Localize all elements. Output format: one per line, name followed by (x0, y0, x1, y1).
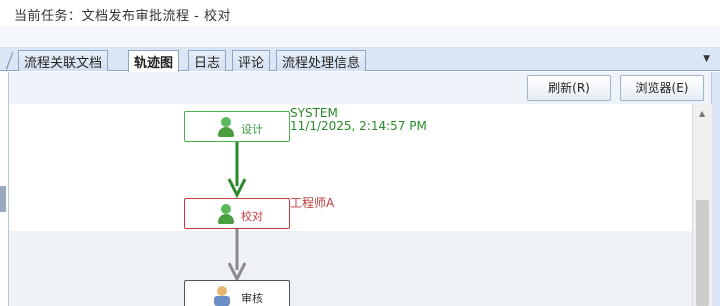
design-node-meta: SYSTEM 11/1/2025, 2:14:57 PM (290, 107, 427, 133)
tab-bar: 流程关联文档 轨迹图 日志 评论 流程处理信息 ▼ (0, 48, 720, 72)
flow-node-proofread[interactable]: 校对 (184, 198, 290, 229)
tab-label: 流程处理信息 (282, 56, 361, 71)
current-task-header: 当前任务：文档发布审批流程 - 校对 (0, 0, 720, 26)
node-label: 审核 (241, 292, 263, 305)
vertical-scrollbar[interactable]: ▲ (692, 104, 712, 306)
tab-label: 轨迹图 (134, 56, 174, 71)
tab-trace-graph[interactable]: 轨迹图 (128, 50, 180, 72)
user-icon (217, 117, 235, 138)
node-label: 设计 (241, 123, 263, 136)
tab-label: 流程关联文档 (24, 56, 103, 71)
tab-comments[interactable]: 评论 (232, 50, 271, 71)
tab-related-documents[interactable]: 流程关联文档 (18, 50, 109, 71)
browser-button[interactable]: 浏览器(E) (620, 75, 704, 101)
user-icon (217, 204, 235, 225)
proof-node-meta: 工程师A (290, 197, 334, 210)
tab-log[interactable]: 日志 (188, 50, 227, 71)
proof-node-user: 工程师A (290, 196, 335, 210)
tab-label: 评论 (238, 56, 265, 71)
panel-resize-grip[interactable] (0, 186, 6, 212)
panel-right-border (712, 72, 720, 306)
scroll-up-arrow-icon[interactable]: ▲ (699, 109, 705, 118)
current-task-label: 当前任务：文档发布审批流程 - 校对 (14, 9, 231, 24)
flow-node-review[interactable]: 审核 (184, 280, 290, 306)
flow-connectors (227, 142, 247, 283)
tab-process-info[interactable]: 流程处理信息 (276, 50, 367, 71)
scrollbar-thumb[interactable] (696, 200, 709, 306)
tab-label: 日志 (194, 56, 221, 71)
browser-button-label: 浏览器(E) (635, 81, 689, 95)
graph-toolbar: 刷新(R) 浏览器(E) (8, 72, 712, 104)
reviewer-icon (213, 286, 231, 306)
header-spacer (0, 26, 720, 48)
tab-bar-edge (5, 52, 14, 70)
trace-graph-canvas: 设计 SYSTEM 11/1/2025, 2:14:57 PM 校对 工程师A … (8, 104, 692, 306)
node-label: 校对 (241, 210, 263, 223)
tab-overflow-menu-icon[interactable]: ▼ (703, 54, 710, 64)
refresh-button-label: 刷新(R) (548, 81, 590, 95)
refresh-button[interactable]: 刷新(R) (527, 75, 611, 101)
design-node-time: 11/1/2025, 2:14:57 PM (290, 119, 427, 133)
flow-node-design[interactable]: 设计 (184, 111, 290, 142)
